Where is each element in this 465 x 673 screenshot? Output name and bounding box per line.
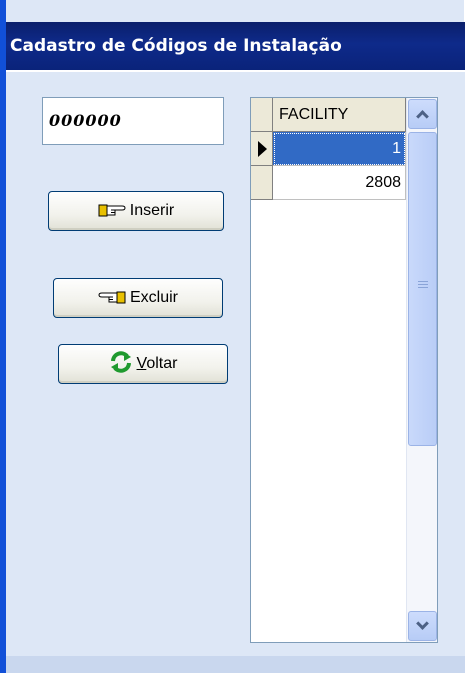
scroll-up-button[interactable]	[408, 99, 437, 129]
scroll-down-button[interactable]	[408, 611, 437, 641]
hand-pointing-left-icon	[98, 288, 126, 309]
row-indicator[interactable]	[251, 132, 273, 166]
code-input[interactable]: 000000	[42, 97, 224, 145]
hand-pointing-right-icon	[98, 201, 126, 222]
vertical-scrollbar[interactable]	[406, 98, 437, 642]
indicator-header	[251, 98, 273, 132]
inserir-label: Inserir	[129, 202, 175, 219]
table-row[interactable]: 1	[251, 132, 406, 166]
row-indicator[interactable]	[251, 166, 273, 200]
chevron-up-icon	[416, 110, 429, 123]
voltar-label: Voltar	[136, 355, 178, 372]
facility-cell[interactable]: 1	[273, 132, 406, 166]
voltar-button[interactable]: Voltar	[58, 344, 228, 384]
excluir-button[interactable]: Excluir	[53, 278, 223, 318]
facility-grid[interactable]: FACILITY 1 2808	[250, 97, 438, 643]
refresh-arrows-icon	[109, 350, 133, 379]
status-strip	[6, 656, 465, 673]
scrollbar-thumb[interactable]	[408, 132, 437, 446]
grid-header: FACILITY	[251, 98, 406, 132]
inserir-button[interactable]: Inserir	[48, 191, 224, 231]
app-window: Cadastro de Códigos de Instalação 000000…	[0, 0, 465, 673]
grip-icon	[418, 281, 428, 289]
excluir-label: Excluir	[129, 289, 178, 306]
chevron-down-icon	[416, 617, 429, 630]
facility-cell[interactable]: 2808	[273, 166, 406, 200]
window-title: Cadastro de Códigos de Instalação	[6, 22, 465, 70]
current-row-arrow-icon	[258, 141, 267, 157]
column-header-facility[interactable]: FACILITY	[273, 98, 406, 132]
table-row[interactable]: 2808	[251, 166, 406, 200]
